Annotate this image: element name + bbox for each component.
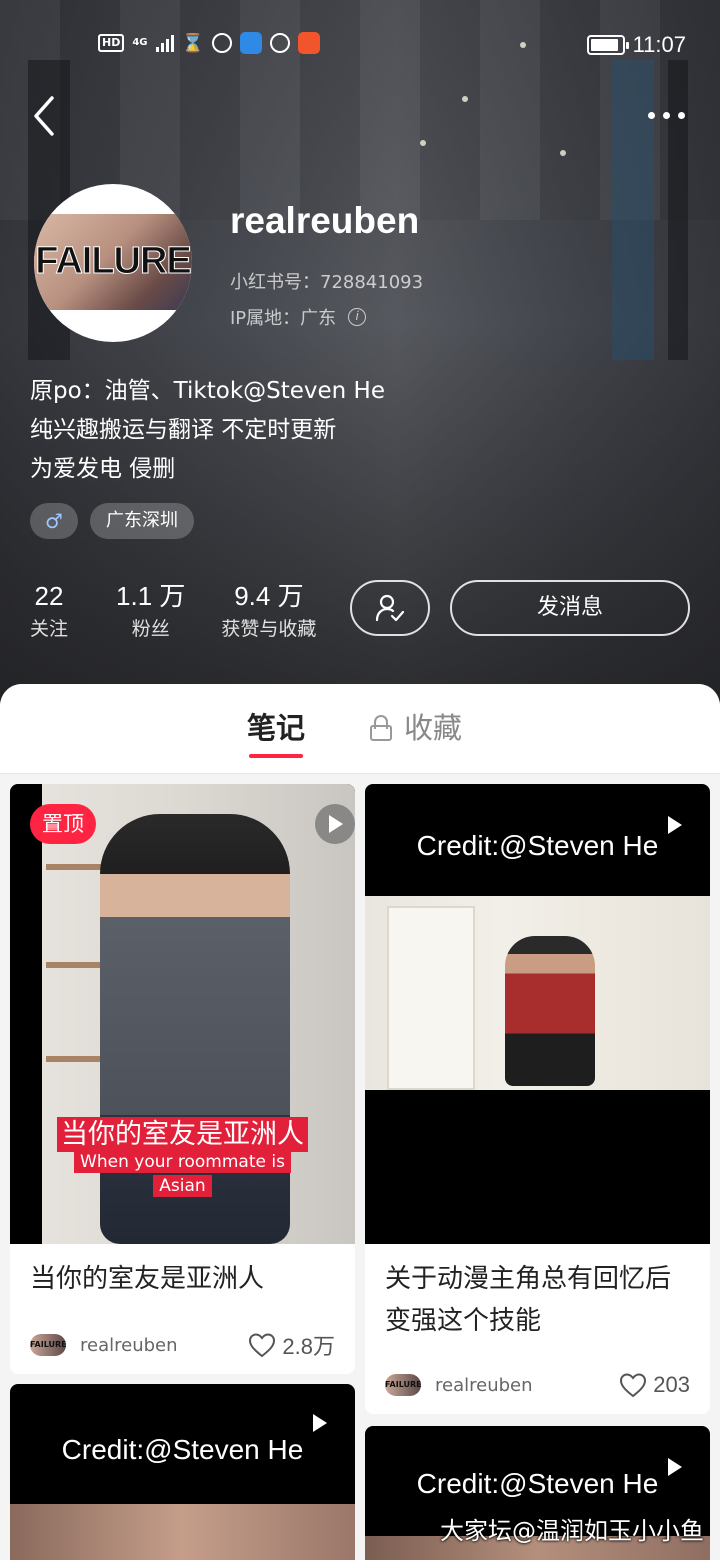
browser-icon [211,33,232,53]
tab-notes[interactable]: 笔记 [247,708,305,758]
profile-tags: ♂ 广东深圳 [30,503,194,539]
pinned-badge: 置顶 [30,804,96,844]
note-card[interactable]: Credit:@Steven He 关于动漫主角总有回忆后变强这个技能 FAIL… [365,784,710,1414]
play-icon [313,1414,327,1432]
content-sheet: 笔记 收藏 置顶 当你的室友是亚洲人 When your roommate is… [0,684,720,1560]
avatar[interactable]: FAILURE [34,184,192,342]
hd-indicator: HD [98,34,125,52]
stat-likes-collects[interactable]: 9.4 万 获赞与收藏 [221,578,316,644]
like-count: 203 [653,1372,690,1397]
battery-icon [586,35,629,55]
author-avatar: FAILURE [385,1374,421,1396]
cover-subtitle-zh: 当你的室友是亚洲人 [10,1112,355,1152]
background-light [462,96,468,102]
loading-icon [269,33,290,53]
info-icon[interactable]: i [348,308,367,326]
note-footer: FAILURE realreuben 2.8万 [30,1330,335,1360]
bio: 原po：油管、Tiktok@Steven He 纯兴趣搬运与翻译 不定时更新 为… [30,372,385,489]
more-dot-icon [662,111,670,119]
stat-label: 关注 [30,618,69,640]
stat-number: 1.1 万 [116,581,186,611]
tab-collect[interactable]: 收藏 [370,708,462,748]
tab-bar: 笔记 收藏 [0,684,720,774]
follow-button[interactable] [350,580,430,636]
more-options-button[interactable] [642,100,690,130]
user-check-icon [375,594,405,622]
author-avatar: FAILURE [30,1334,66,1356]
battery-level [590,39,618,51]
network-type: 4G [132,37,148,48]
stat-followers[interactable]: 1.1 万 粉丝 [116,578,185,644]
hourglass-icon: ⌛ [181,32,204,54]
location-tag: 广东深圳 [90,503,194,539]
gender-tag: ♂ [30,503,78,539]
bio-line: 为爱发电 侵删 [30,456,176,482]
bio-line: 纯兴趣搬运与翻译 不定时更新 [30,417,337,443]
note-cover: Credit:@Steven He [10,1384,355,1560]
user-id: 小红书号：728841093 [230,272,424,293]
note-footer: FAILURE realreuben 203 [385,1370,690,1400]
more-dot-icon [677,111,685,119]
video-indicator [315,804,355,844]
more-dot-icon [647,111,655,119]
stat-number: 22 [34,581,64,611]
cover-subtitle-en-line: When your roommate is [74,1151,291,1173]
back-button[interactable] [28,94,64,138]
background-light [420,140,426,146]
weather-icon [239,32,262,54]
play-icon [329,815,343,833]
cover-subtitle-en-line: Asian [153,1175,212,1197]
signal-icon [155,34,174,52]
shopping-app-icon [297,32,320,54]
door [387,906,475,1090]
bio-line: 原po：油管、Tiktok@Steven He [30,378,385,404]
cover-scene [10,1504,355,1560]
background-light [560,150,566,156]
ip-location-row: IP属地：广东 i [230,304,367,330]
author-name: realreuben [80,1334,178,1356]
note-cover: 置顶 当你的室友是亚洲人 When your roommate is Asian [10,784,355,1244]
cover-credit: Credit:@Steven He [61,1434,304,1465]
cover-credit: Credit:@Steven He [416,1468,659,1499]
author-name: realreuben [435,1374,533,1396]
ip-location: IP属地：广东 [230,308,337,329]
avatar-caption: FAILURE [35,240,192,283]
note-cover: Credit:@Steven He [365,784,710,1244]
clock: 11:07 [632,32,686,57]
stat-number: 9.4 万 [234,581,304,611]
stat-following[interactable]: 22 关注 [30,578,68,644]
heart-icon[interactable] [619,1372,647,1398]
profile-stats: 22 关注 1.1 万 粉丝 9.4 万 获赞与收藏 [30,578,352,644]
username: realreuben [230,200,420,241]
cover-credit: Credit:@Steven He [416,830,659,861]
watermark: 大家坛@温润如玉小小鱼 [440,1517,704,1545]
note-title: 当你的室友是亚洲人 [30,1264,265,1294]
chevron-left-icon [34,96,54,136]
tab-collect-label: 收藏 [404,711,463,745]
lock-icon [370,715,392,741]
like-count: 2.8万 [282,1334,335,1359]
cover-scene [365,896,710,1090]
note-card[interactable]: Credit:@Steven He [10,1384,355,1560]
heart-icon[interactable] [248,1332,276,1358]
status-bar: HD 4G ⌛ 11:07 [0,24,720,68]
send-message-button[interactable]: 发消息 [450,580,690,636]
cover-person [505,936,595,1086]
note-title: 关于动漫主角总有回忆后变强这个技能 [385,1264,672,1336]
stat-label: 获赞与收藏 [221,618,317,640]
cover-subtitle-en: When your roommate is Asian [10,1150,355,1198]
stat-label: 粉丝 [131,618,170,640]
note-card[interactable]: 置顶 当你的室友是亚洲人 When your roommate is Asian… [10,784,355,1374]
